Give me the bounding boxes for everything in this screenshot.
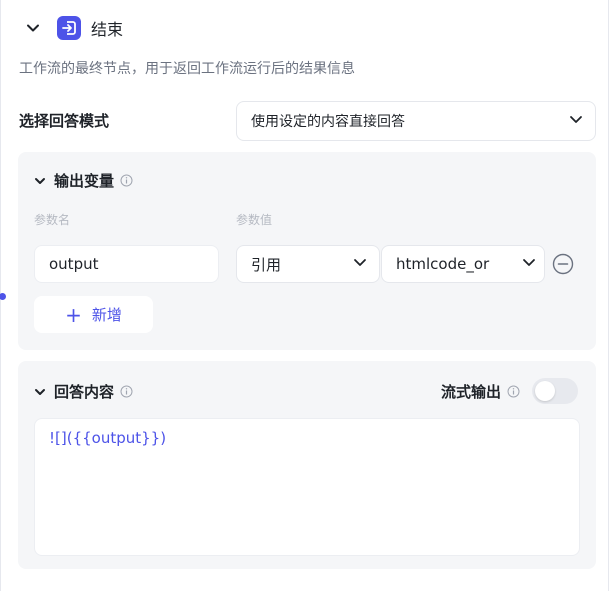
reference-type-value: 引用	[251, 255, 282, 274]
output-variables-header[interactable]: 输出变量	[34, 170, 133, 191]
param-name-column-label: 参数名	[34, 213, 71, 227]
add-variable-label: 新增	[91, 306, 122, 324]
answer-content-editor[interactable]: ![]({{output}})	[34, 418, 580, 556]
answer-mode-label: 选择回答模式	[19, 112, 110, 130]
chevron-down-icon	[569, 112, 583, 130]
answer-content-header[interactable]: 回答内容	[34, 381, 133, 402]
output-variables-title: 输出变量	[54, 172, 115, 190]
stream-output-control: 流式输出	[441, 378, 578, 404]
add-variable-button[interactable]: + 新增	[34, 296, 153, 333]
collapse-chevron-icon[interactable]	[34, 386, 46, 398]
node-title: 结束	[91, 20, 124, 39]
node-header: 结束	[23, 14, 123, 42]
variable-value: htmlcode_or	[396, 255, 490, 273]
remove-variable-icon[interactable]	[552, 253, 574, 275]
node-description: 工作流的最终节点，用于返回工作流运行后的结果信息	[19, 61, 355, 77]
chevron-down-icon	[353, 255, 367, 273]
stream-output-toggle[interactable]	[532, 378, 578, 404]
variable-value-select[interactable]: htmlcode_or	[381, 245, 545, 283]
answer-mode-select[interactable]: 使用设定的内容直接回答	[236, 101, 596, 141]
collapse-chevron-icon[interactable]	[23, 18, 43, 38]
answer-mode-value: 使用设定的内容直接回答	[251, 114, 405, 130]
stream-output-label: 流式输出	[440, 382, 501, 401]
connection-handle[interactable]	[0, 293, 6, 300]
plus-icon: +	[65, 302, 82, 327]
info-icon[interactable]	[507, 385, 520, 398]
collapse-chevron-icon[interactable]	[34, 175, 46, 187]
info-icon[interactable]	[120, 385, 133, 398]
chevron-down-icon	[522, 255, 536, 273]
info-icon[interactable]	[120, 174, 133, 187]
answer-content-title: 回答内容	[54, 383, 115, 401]
toggle-knob	[535, 381, 555, 401]
end-node-panel: 结束 工作流的最终节点，用于返回工作流运行后的结果信息 选择回答模式 使用设定的…	[0, 0, 609, 591]
variable-name-input[interactable]: output	[34, 245, 219, 283]
param-value-column-label: 参数值	[236, 213, 273, 227]
reference-type-select[interactable]: 引用	[236, 245, 380, 283]
exit-node-icon	[57, 16, 81, 40]
